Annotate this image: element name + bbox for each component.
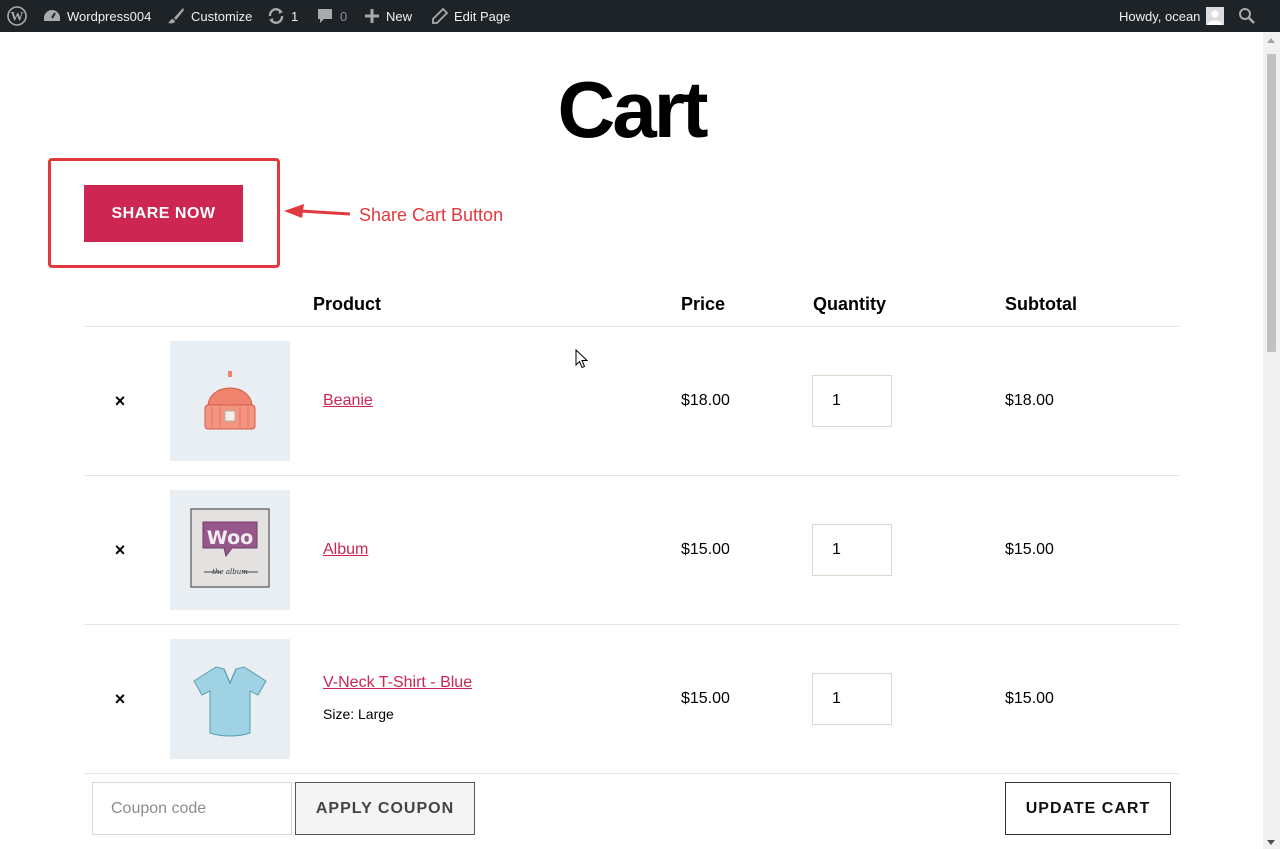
mouse-cursor-icon [575, 349, 589, 369]
greeting: Howdy, ocean [1119, 8, 1201, 24]
column-header-product: Product [313, 294, 382, 314]
page-scrollbar[interactable] [1263, 32, 1280, 849]
share-now-button[interactable]: SHARE NOW [84, 185, 243, 242]
svg-text:W: W [11, 9, 24, 24]
table-divider [84, 475, 1179, 476]
search-toggle[interactable] [1238, 0, 1256, 32]
comment-icon [316, 7, 334, 25]
site-name-menu[interactable]: Wordpress004 [43, 0, 151, 32]
scroll-thumb[interactable] [1267, 54, 1276, 352]
remove-item-button[interactable]: × [112, 541, 128, 559]
account-menu[interactable]: Howdy, ocean [1119, 0, 1225, 32]
quantity-input[interactable] [812, 524, 892, 576]
table-divider [84, 624, 1179, 625]
quantity-input[interactable] [812, 673, 892, 725]
customize-link[interactable]: Customize [167, 0, 252, 32]
update-cart-button[interactable]: UPDATE CART [1005, 782, 1171, 835]
item-price: $18.00 [681, 392, 730, 409]
edit-page-link[interactable]: Edit Page [432, 0, 510, 32]
site-name: Wordpress004 [67, 8, 152, 24]
quantity-input[interactable] [812, 375, 892, 427]
item-subtotal: $15.00 [1005, 541, 1054, 558]
page-title: Cart [557, 65, 708, 154]
comments-count: 0 [340, 8, 348, 24]
item-price: $15.00 [681, 690, 730, 707]
remove-item-button[interactable]: × [112, 690, 128, 708]
updates-count: 1 [291, 8, 299, 24]
wordpress-logo-icon: W [7, 6, 27, 26]
plus-icon [364, 8, 380, 24]
apply-coupon-button[interactable]: APPLY COUPON [295, 782, 475, 835]
wordpress-logo-menu[interactable]: W [7, 0, 27, 32]
paintbrush-icon [167, 7, 185, 25]
table-divider [84, 326, 1179, 327]
product-link[interactable]: V-Neck T-Shirt - Blue [323, 674, 472, 692]
table-divider [84, 773, 1179, 774]
beanie-image[interactable] [170, 341, 290, 461]
pencil-icon [432, 8, 448, 24]
item-subtotal: $15.00 [1005, 690, 1054, 707]
item-subtotal: $18.00 [1005, 392, 1054, 409]
admin-bar: W Wordpress004 Customize 1 0 New Edit Pa… [0, 0, 1280, 32]
search-icon [1238, 7, 1256, 25]
new-label: New [386, 8, 413, 24]
variation-meta: Size: Large [323, 706, 394, 722]
column-header-price: Price [681, 294, 726, 314]
scroll-down-arrow[interactable] [1267, 840, 1275, 845]
comments-link[interactable]: 0 [316, 0, 347, 32]
item-price: $15.00 [681, 541, 730, 558]
product-link[interactable]: Beanie [323, 392, 373, 410]
updates-link[interactable]: 1 [267, 0, 298, 32]
avatar [1206, 7, 1225, 25]
svg-text:the album: the album [212, 568, 248, 576]
coupon-code-input[interactable] [92, 782, 292, 835]
customize-label: Customize [191, 8, 253, 24]
product-link[interactable]: Album [323, 541, 368, 559]
updates-icon [267, 7, 285, 25]
edit-page-label: Edit Page [454, 8, 511, 24]
column-header-subtotal: Subtotal [1005, 294, 1077, 314]
svg-text:Woo: Woo [207, 527, 253, 549]
tshirt-image[interactable] [170, 639, 290, 759]
scroll-up-arrow[interactable] [1267, 38, 1275, 43]
new-content-menu[interactable]: New [364, 0, 412, 32]
annotation-arrow-icon [284, 204, 351, 218]
annotation-label: Share Cart Button [359, 205, 504, 225]
column-header-quantity: Quantity [813, 294, 887, 314]
album-image[interactable]: Woo the album [170, 490, 290, 610]
dashboard-icon [43, 8, 61, 24]
remove-item-button[interactable]: × [112, 392, 128, 410]
